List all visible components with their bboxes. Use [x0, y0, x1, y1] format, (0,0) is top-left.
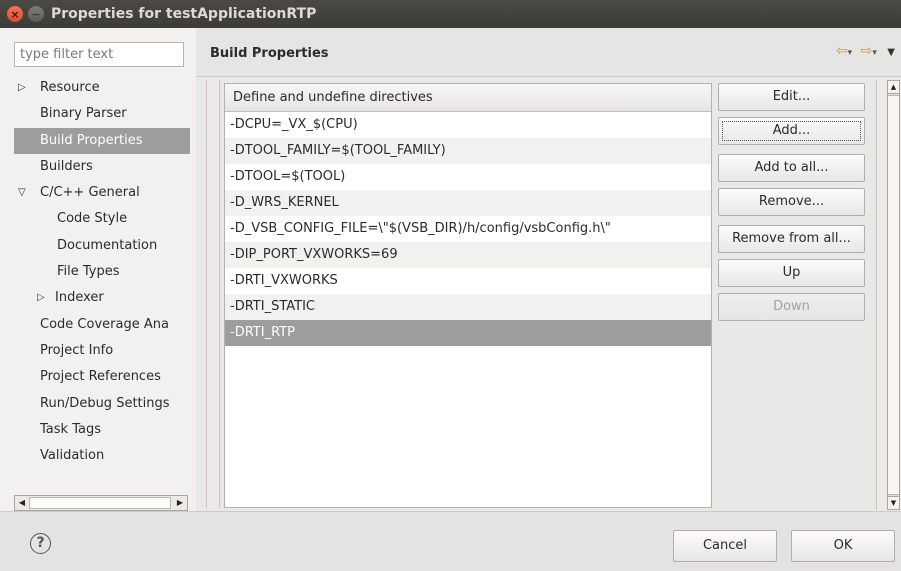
ok-button[interactable]: OK	[791, 530, 895, 562]
table-row[interactable]: -DTOOL=$(TOOL)	[225, 164, 711, 190]
tree-item[interactable]: Binary Parser	[14, 101, 190, 127]
back-arrow-icon[interactable]: ⇦	[836, 43, 848, 59]
page-header: Build Properties ⇦▾ ⇨▾ ▼	[196, 28, 901, 77]
tree-item[interactable]: Project References	[14, 364, 190, 390]
tree-item[interactable]: ▽ C/C++ General	[14, 180, 190, 206]
table-row[interactable]: -D_VSB_CONFIG_FILE=\"$(VSB_DIR)/h/config…	[225, 216, 711, 242]
dialog-footer: ? Cancel OK	[0, 511, 901, 571]
tree-expanded-icon[interactable]: ▽	[18, 180, 26, 206]
scrollbar-thumb[interactable]	[888, 95, 899, 495]
tree-collapsed-icon[interactable]: ▷	[18, 75, 26, 101]
tree-collapsed-icon[interactable]: ▷	[37, 285, 45, 311]
up-button[interactable]: Up	[718, 259, 865, 287]
page-title: Build Properties	[210, 46, 329, 61]
scrollbar-thumb[interactable]	[29, 497, 171, 509]
table-row[interactable]: -DRTI_RTP	[225, 320, 711, 346]
tree-item-label: Indexer	[55, 290, 104, 306]
tab-gutter	[206, 80, 220, 508]
tree-item[interactable]: ▷ Indexer	[14, 285, 190, 311]
tree-item-label: Task Tags	[40, 421, 101, 437]
add-to-all-button[interactable]: Add to all...	[718, 154, 865, 182]
down-button: Down	[718, 293, 865, 321]
back-dropdown-icon[interactable]: ▾	[848, 48, 853, 58]
scroll-left-icon[interactable]: ◀	[15, 496, 29, 510]
minimize-window-icon[interactable]: −	[28, 6, 44, 22]
tree-item[interactable]: ▷ Resource	[14, 75, 190, 101]
help-icon[interactable]: ?	[30, 533, 51, 554]
tree-item-label: Run/Debug Settings	[40, 395, 170, 411]
tree-item-label: Code Coverage Ana	[40, 316, 169, 332]
tree-horizontal-scrollbar[interactable]: ◀ ▶	[14, 495, 188, 511]
tree-item[interactable]: File Types	[14, 259, 190, 285]
table-row[interactable]: -DTOOL_FAMILY=$(TOOL_FAMILY)	[225, 138, 711, 164]
filter-input[interactable]	[14, 42, 184, 67]
scroll-right-icon[interactable]: ▶	[173, 496, 187, 510]
table-row[interactable]: -DRTI_STATIC	[225, 294, 711, 320]
tree-item[interactable]: Code Coverage Ana	[14, 312, 190, 338]
tree-item-label: File Types	[57, 264, 120, 280]
scroll-up-icon[interactable]: ▲	[888, 81, 899, 94]
tree-item-label: Binary Parser	[40, 106, 127, 122]
tree-item[interactable]: Builders	[14, 154, 190, 180]
table-column-header[interactable]: Define and undefine directives	[225, 84, 711, 112]
tree-item-label: C/C++ General	[40, 185, 140, 201]
scrollbar-track[interactable]: ▲ ▼	[887, 80, 900, 510]
tree-item-label: Documentation	[57, 237, 158, 253]
tree-item-label: Project Info	[40, 342, 114, 358]
add-button[interactable]: Add...	[718, 117, 865, 145]
window-title: Properties for testApplicationRTP	[51, 6, 317, 22]
scroll-down-icon[interactable]: ▼	[888, 496, 899, 509]
forward-dropdown-icon[interactable]: ▾	[872, 48, 877, 58]
tree-item-label: Validation	[40, 448, 105, 464]
tree-item[interactable]: Documentation	[14, 233, 190, 259]
preferences-tree-pane: ▷ Resource Binary Parser Build Properties Bu…	[0, 28, 196, 511]
tree-item[interactable]: Project Info	[14, 338, 190, 364]
vertical-scrollbar[interactable]: ▲ ▼	[876, 80, 901, 510]
table-body: -DCPU=_VX_$(CPU) -DTOOL_FAMILY=$(TOOL_FAM…	[225, 112, 711, 346]
remove-button[interactable]: Remove...	[718, 188, 865, 216]
tree-item-label: Builders	[40, 158, 93, 174]
edit-button[interactable]: Edit...	[718, 83, 865, 111]
forward-arrow-icon[interactable]: ⇨	[861, 43, 873, 59]
tree-item-label: Project References	[40, 369, 161, 385]
table-row[interactable]: -DIP_PORT_VXWORKS=69	[225, 242, 711, 268]
directives-table: Define and undefine directives -DCPU=_VX…	[224, 83, 712, 508]
table-row[interactable]: -DCPU=_VX_$(CPU)	[225, 112, 711, 138]
tree-item[interactable]: Build Properties	[14, 127, 190, 154]
tree-item[interactable]: Validation	[14, 443, 190, 469]
preferences-tree: ▷ Resource Binary Parser Build Properties Bu…	[14, 75, 190, 469]
title-bar: × − Properties for testApplicationRTP	[0, 0, 901, 28]
tree-item[interactable]: Code Style	[14, 206, 190, 232]
view-menu-icon[interactable]: ▼	[887, 47, 895, 58]
remove-from-all-button[interactable]: Remove from all...	[718, 225, 865, 253]
tree-item-label: Resource	[40, 80, 100, 95]
tree-item-label: Code Style	[57, 211, 128, 227]
table-row[interactable]: -DRTI_VXWORKS	[225, 268, 711, 294]
tree-item[interactable]: Task Tags	[14, 417, 190, 443]
tree-item-label: Build Properties	[40, 132, 143, 148]
close-window-icon[interactable]: ×	[7, 6, 23, 22]
cancel-button[interactable]: Cancel	[673, 530, 777, 562]
table-row[interactable]: -D_WRS_KERNEL	[225, 190, 711, 216]
history-navigation: ⇦▾ ⇨▾ ▼	[832, 43, 895, 59]
tree-item[interactable]: Run/Debug Settings	[14, 391, 190, 417]
